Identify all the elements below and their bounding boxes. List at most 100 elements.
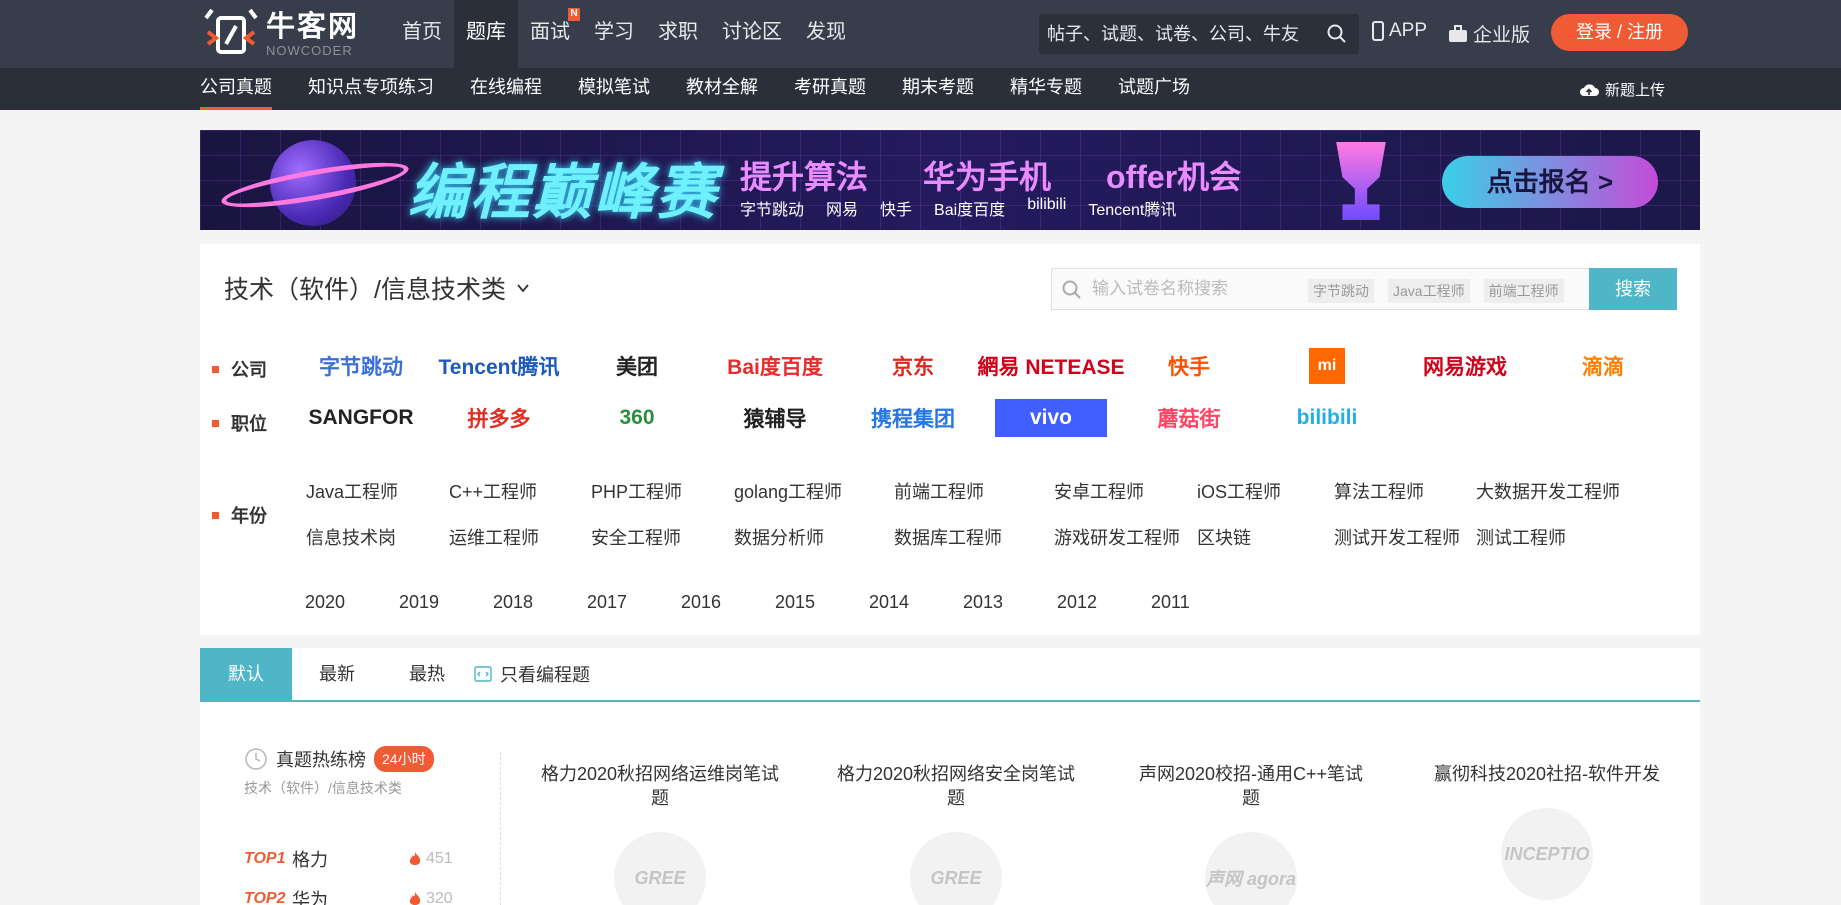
company-logo[interactable]: 滴滴 xyxy=(1534,344,1672,388)
company-name: 蘑菇街 xyxy=(1157,408,1221,431)
company-logo[interactable]: 360 xyxy=(568,396,706,440)
global-search-input[interactable] xyxy=(1047,14,1317,54)
subnav-item-6[interactable]: 期末考题 xyxy=(902,68,974,110)
nav-item-6[interactable]: 发现 xyxy=(794,0,858,68)
paper-search-button[interactable]: 搜索 xyxy=(1589,268,1677,310)
search-icon[interactable] xyxy=(1327,24,1347,44)
company-logo[interactable]: 快手 xyxy=(1120,344,1258,388)
subnav-item-3[interactable]: 模拟笔试 xyxy=(578,68,650,110)
briefcase-icon xyxy=(1449,24,1467,42)
company-logo[interactable]: vivo xyxy=(995,399,1107,437)
banner-signup-button[interactable]: 点击报名 > xyxy=(1442,156,1658,208)
company-grid: 字节跳动 Tencent腾讯 美团 Bai度百度 京东 網易 NETEASE 快手 mi 网易游… xyxy=(292,344,1672,440)
company-logo[interactable]: 猿辅导 xyxy=(706,396,844,440)
job-filter-item[interactable]: golang工程师 xyxy=(720,478,880,504)
search-tag[interactable]: 前端工程师 xyxy=(1483,279,1564,303)
year-filter-item[interactable]: 2012 xyxy=(1057,592,1151,613)
job-filter-item[interactable]: 数据分析师 xyxy=(720,524,880,550)
paper-card[interactable]: 格力2020秋招网络安全岗笔试题 GREE xyxy=(836,762,1076,905)
company-logo[interactable]: 蘑菇街 xyxy=(1120,396,1258,440)
job-filter-item[interactable]: 测试工程师 xyxy=(1462,524,1622,550)
paper-card[interactable]: 格力2020秋招网络运维岗笔试题 GREE xyxy=(540,762,780,905)
nav-item-4[interactable]: 求职 xyxy=(646,0,710,68)
nav-item-3[interactable]: 学习 xyxy=(582,0,646,68)
code-only-filter[interactable]: 只看编程题 xyxy=(474,661,590,687)
job-filter-item[interactable]: iOS工程师 xyxy=(1183,478,1320,504)
company-logo[interactable]: 網易 NETEASE xyxy=(977,344,1124,388)
year-filter-item[interactable]: 2014 xyxy=(869,592,963,613)
paper-search-input[interactable] xyxy=(1092,269,1302,309)
app-link[interactable]: APP xyxy=(1372,20,1427,42)
job-filter-item[interactable]: 测试开发工程师 xyxy=(1320,524,1462,550)
company-logo[interactable]: Tencent腾讯 xyxy=(430,344,568,388)
company-logo[interactable]: 字节跳动 xyxy=(292,344,430,388)
tab-2[interactable]: 最热 xyxy=(382,648,472,700)
search-tag[interactable]: 字节跳动 xyxy=(1308,279,1374,303)
company-logo[interactable]: 京东 xyxy=(844,344,982,388)
company-logo[interactable]: 美团 xyxy=(568,344,706,388)
search-tag[interactable]: Java工程师 xyxy=(1388,279,1470,303)
job-filter-item[interactable]: 前端工程师 xyxy=(880,478,1040,504)
company-logo[interactable]: 网易游戏 xyxy=(1396,344,1534,388)
job-filter-item[interactable]: C++工程师 xyxy=(435,478,577,504)
company-logo[interactable]: Bai度百度 xyxy=(706,344,844,388)
tab-1[interactable]: 最新 xyxy=(292,648,382,700)
nav-item-1[interactable]: 题库 xyxy=(454,0,518,68)
year-filter-item[interactable]: 2016 xyxy=(681,592,775,613)
sort-tabs: 默认 最新 最热 只看编程题 xyxy=(200,648,1700,702)
rank-item[interactable]: TOP2 华为 320 xyxy=(244,886,464,905)
paper-card[interactable]: 声网2020校招-通用C++笔试题 声网 agora xyxy=(1131,762,1371,905)
rank-item[interactable]: TOP1 格力 451 xyxy=(244,846,464,872)
banner-slogan: 提升算法 xyxy=(740,159,869,195)
company-logo[interactable]: mi xyxy=(1309,348,1345,384)
job-filter-item[interactable]: 数据库工程师 xyxy=(880,524,1040,550)
company-name: vivo xyxy=(1029,406,1073,429)
hot-title: 真题热练榜 xyxy=(276,750,366,770)
job-filter-item[interactable]: PHP工程师 xyxy=(577,478,720,504)
job-filter-item[interactable]: 区块链 xyxy=(1183,524,1320,550)
subnav-item-8[interactable]: 试题广场 xyxy=(1118,68,1190,110)
company-logo[interactable]: SANGFOR xyxy=(292,396,430,440)
nav-item-0[interactable]: 首页 xyxy=(390,0,454,68)
subnav-item-5[interactable]: 考研真题 xyxy=(794,68,866,110)
new-badge: N xyxy=(568,8,580,21)
tab-0[interactable]: 默认 xyxy=(200,648,292,700)
company-logo[interactable]: 拼多多 xyxy=(430,396,568,440)
job-filter-item[interactable]: Java工程师 xyxy=(292,478,435,504)
subnav-item-4[interactable]: 教材全解 xyxy=(686,68,758,110)
job-filter-item[interactable]: 大数据开发工程师 xyxy=(1462,478,1622,504)
nav-item-5[interactable]: 讨论区 xyxy=(710,0,794,68)
company-logo[interactable]: 携程集团 xyxy=(844,396,982,440)
hot-period-badge: 24小时 xyxy=(374,746,434,772)
job-filter-item[interactable]: 安卓工程师 xyxy=(1040,478,1183,504)
job-filter-item[interactable]: 安全工程师 xyxy=(577,524,720,550)
site-logo[interactable]: 牛客网 NOWCODER xyxy=(200,6,390,62)
banner-slogan: offer机会 xyxy=(1106,159,1242,195)
year-filter-item[interactable]: 2013 xyxy=(963,592,1057,613)
login-register-button[interactable]: 登录 / 注册 xyxy=(1551,14,1688,51)
contest-banner[interactable]: 编程巅峰赛 提升算法 华为手机 offer机会 字节跳动 网易 快手 Bai度百度 bili… xyxy=(200,130,1700,230)
year-filter-item[interactable]: 2015 xyxy=(775,592,869,613)
company-logo[interactable]: bilibili xyxy=(1258,396,1396,440)
job-filter-item[interactable]: 运维工程师 xyxy=(435,524,577,550)
year-filter-item[interactable]: 2017 xyxy=(587,592,681,613)
year-filter-item[interactable]: 2018 xyxy=(493,592,587,613)
company-name: 拼多多 xyxy=(467,408,531,431)
fire-icon xyxy=(409,892,421,905)
year-filter-item[interactable]: 2019 xyxy=(399,592,493,613)
category-selector[interactable]: 技术（软件）/信息技术类 xyxy=(224,270,530,306)
subnav-item-7[interactable]: 精华专题 xyxy=(1010,68,1082,110)
job-filter-item[interactable]: 游戏研发工程师 xyxy=(1040,524,1183,550)
subnav-item-2[interactable]: 在线编程 xyxy=(470,68,542,110)
upload-question-link[interactable]: 新题上传 xyxy=(1579,79,1665,100)
job-filter-item[interactable]: 信息技术岗 xyxy=(292,524,435,550)
job-filter-item[interactable]: 算法工程师 xyxy=(1320,478,1462,504)
nav-item-2[interactable]: 面试 N xyxy=(518,0,582,68)
subnav-item-0[interactable]: 公司真题 xyxy=(200,68,272,110)
cloud-upload-icon xyxy=(1579,83,1599,96)
subnav-item-1[interactable]: 知识点专项练习 xyxy=(308,68,434,110)
year-filter-item[interactable]: 2020 xyxy=(305,592,399,613)
paper-card[interactable]: 赢彻科技2020社招-软件开发 INCEPTIO xyxy=(1427,762,1667,900)
year-filter-item[interactable]: 2011 xyxy=(1151,592,1245,613)
enterprise-link[interactable]: 企业版 xyxy=(1448,20,1530,47)
